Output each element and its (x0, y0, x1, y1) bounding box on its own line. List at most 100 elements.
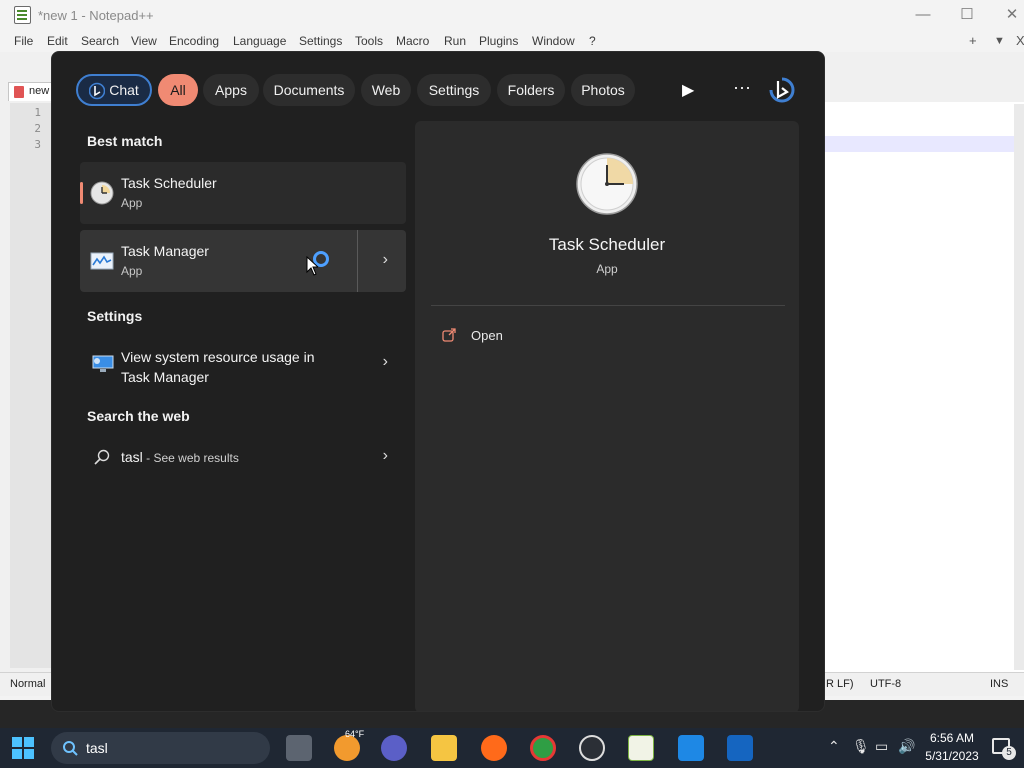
network-icon[interactable]: ▭ (875, 738, 888, 755)
microphone-icon[interactable]: 🎙 (852, 738, 870, 755)
web-result-item[interactable]: tasl - See web results › (80, 434, 406, 480)
new-tab-button[interactable]: + (969, 33, 977, 48)
detail-subtitle: App (596, 262, 618, 276)
notepad-app-icon (14, 6, 31, 24)
teams-chat-icon[interactable] (381, 735, 407, 761)
menu-encoding[interactable]: Encoding (169, 34, 219, 48)
taskbar-search-input[interactable] (86, 738, 256, 758)
menu-help[interactable]: ? (589, 34, 596, 48)
windows-start-icon[interactable] (12, 737, 34, 759)
status-insert-mode: INS (990, 678, 1009, 690)
notepad-title-bar: *new 1 - Notepad++ — ☐ ✕ (0, 0, 1024, 31)
vertical-scrollbar[interactable] (1014, 104, 1024, 670)
detail-title: Task Scheduler (548, 235, 666, 254)
menu-language[interactable]: Language (233, 34, 286, 48)
web-query-suffix: - See web results (142, 451, 239, 465)
close-tab-button[interactable]: X (1016, 33, 1024, 48)
notepad-title: *new 1 - Notepad++ (38, 8, 154, 23)
filter-all[interactable]: All (158, 74, 198, 106)
filter-web[interactable]: Web (361, 74, 411, 106)
monitor-settings-icon (92, 355, 114, 372)
open-external-icon (442, 328, 456, 342)
file-explorer-icon[interactable] (431, 735, 457, 761)
firefox-icon[interactable] (481, 735, 507, 761)
obs-studio-icon[interactable] (579, 735, 605, 761)
filter-photos[interactable]: Photos (571, 74, 635, 106)
more-filters-play-icon[interactable]: ▶ (682, 80, 694, 100)
clock-icon (576, 153, 638, 215)
menu-macro[interactable]: Macro (396, 34, 429, 48)
chevron-up-icon[interactable]: ⌃ (828, 738, 840, 755)
current-line-highlight (825, 136, 1015, 152)
menu-window[interactable]: Window (532, 34, 575, 48)
volume-icon[interactable]: 🔊 (898, 738, 915, 755)
menu-run[interactable]: Run (444, 34, 466, 48)
taskbar: 64°F ⌃ 🎙 ▭ 🔊 6:56 AM 5/31/2023 5 (0, 728, 1024, 768)
clock-icon (90, 181, 114, 205)
filter-documents[interactable]: Documents (263, 74, 355, 106)
detail-divider (431, 305, 785, 306)
settings-item-line1: View system resource usage in (121, 349, 315, 365)
line-number: 3 (34, 138, 41, 151)
bing-chat-icon[interactable] (765, 73, 799, 107)
menu-settings[interactable]: Settings (299, 34, 342, 48)
task-manager-icon (90, 252, 114, 270)
filter-folders[interactable]: Folders (497, 74, 565, 106)
web-query: tasl (121, 449, 143, 465)
app-icon[interactable] (727, 735, 753, 761)
open-action-label: Open (471, 328, 503, 343)
notepad-menu-bar: File Edit Search View Encoding Language … (0, 31, 1024, 51)
chevron-right-icon[interactable]: › (383, 353, 388, 371)
search-web-heading: Search the web (87, 408, 190, 424)
line-number-gutter: 1 2 3 (10, 103, 52, 668)
result-detail-pane: Task Scheduler App Open (415, 121, 799, 711)
open-action[interactable]: Open (442, 327, 642, 347)
chevron-right-icon[interactable]: › (383, 251, 388, 269)
result-task-manager[interactable]: Task Manager App › (80, 230, 406, 292)
line-number: 2 (34, 122, 41, 135)
taskbar-search-box[interactable] (51, 732, 270, 764)
minimize-icon[interactable]: — (908, 4, 938, 26)
menu-search[interactable]: Search (81, 34, 119, 48)
close-icon[interactable]: ✕ (997, 4, 1024, 26)
clock-date[interactable]: 5/31/2023 (924, 749, 980, 763)
result-subtitle: App (121, 196, 143, 210)
settings-item-line2: Task Manager (121, 369, 209, 385)
unsaved-file-icon (14, 86, 24, 98)
menu-view[interactable]: View (131, 34, 157, 48)
settings-heading: Settings (87, 308, 143, 324)
chrome-icon[interactable] (530, 735, 556, 761)
notepad-plus-plus-icon[interactable] (628, 735, 654, 761)
start-search-flyout: Chat All Apps Documents Web Settings Fol… (51, 51, 825, 712)
task-view-icon[interactable] (286, 735, 312, 761)
weather-temperature: 64°F (345, 729, 365, 739)
mouse-cursor-icon (306, 256, 318, 276)
filter-chat-label: Chat (109, 82, 139, 98)
status-encoding: UTF-8 (870, 678, 902, 690)
chevron-right-icon[interactable]: › (383, 447, 388, 465)
menu-tools[interactable]: Tools (355, 34, 383, 48)
settings-result-item[interactable]: View system resource usage in Task Manag… (80, 334, 406, 390)
result-task-scheduler[interactable]: Task Scheduler App (80, 162, 406, 224)
clock-time[interactable]: 6:56 AM (924, 731, 980, 745)
search-icon (94, 449, 110, 465)
result-subtitle: App (121, 264, 143, 278)
menu-plugins[interactable]: Plugins (479, 34, 518, 48)
notepad-editor[interactable] (825, 52, 1024, 672)
split-divider (357, 230, 358, 292)
filter-chat[interactable]: Chat (76, 74, 152, 106)
best-match-heading: Best match (87, 133, 163, 149)
menu-file[interactable]: File (14, 34, 33, 48)
search-icon (63, 741, 78, 756)
notepad-toolbar (825, 52, 1024, 102)
filter-settings[interactable]: Settings (417, 74, 491, 106)
network-app-icon[interactable] (678, 735, 704, 761)
more-options-icon[interactable]: ··· (733, 77, 751, 98)
menu-edit[interactable]: Edit (47, 34, 68, 48)
maximize-icon[interactable]: ☐ (952, 4, 982, 26)
notepad-tab[interactable]: new (8, 82, 52, 101)
status-mode: Normal (10, 678, 46, 690)
tab-list-button[interactable]: ▼ (994, 35, 1005, 47)
filter-apps[interactable]: Apps (203, 74, 259, 106)
result-title: Task Manager (121, 243, 209, 259)
